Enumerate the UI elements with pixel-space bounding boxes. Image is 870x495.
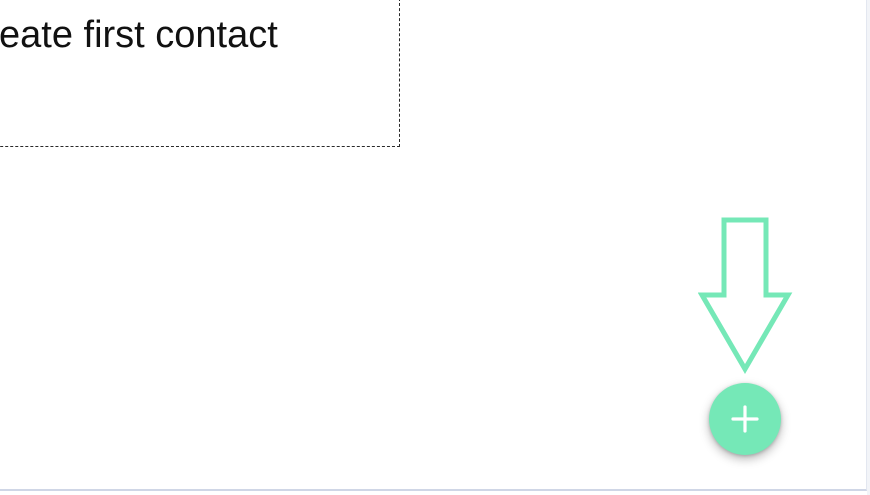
contacts-panel: eate first contact: [0, 0, 867, 491]
empty-state-message: eate first contact: [0, 14, 278, 56]
add-contact-button[interactable]: [709, 383, 781, 455]
down-arrow-icon: [698, 217, 793, 374]
plus-icon: [731, 405, 759, 433]
empty-state-box: eate first contact: [0, 0, 400, 147]
